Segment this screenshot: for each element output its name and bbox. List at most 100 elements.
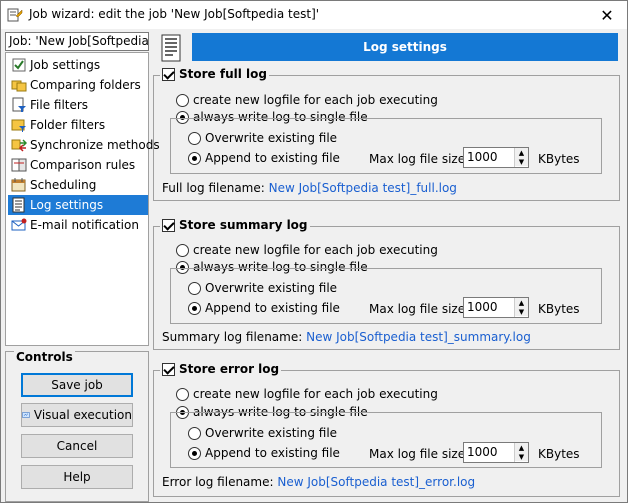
nav-item-label: E-mail notification [30, 218, 139, 232]
nav-item-label: Job settings [30, 58, 101, 72]
size-unit-label: KBytes [538, 302, 580, 316]
store-error-log-label: Store error log [179, 362, 280, 376]
job-settings-icon [12, 58, 26, 72]
nav-item-label: Folder filters [30, 118, 106, 132]
radio-label: Append to existing file [205, 301, 340, 315]
checkbox-checked [162, 362, 175, 376]
spin-down-icon[interactable]: ▼ [515, 157, 528, 166]
cancel-button[interactable]: Cancel [21, 434, 133, 458]
help-label: Help [63, 470, 91, 484]
error-append-radio[interactable]: Append to existing file [188, 446, 340, 460]
radio-off [188, 281, 201, 295]
error-overwrite-radio[interactable]: Overwrite existing file [188, 426, 337, 440]
radio-off [176, 387, 189, 401]
radio-label: create new logfile for each job executin… [193, 387, 438, 401]
spinner-buttons: ▲ ▼ [514, 443, 528, 462]
full-new-logfile-radio[interactable]: create new logfile for each job executin… [176, 93, 438, 107]
close-icon: ✕ [600, 5, 614, 25]
nav-item-file-filters[interactable]: File filters [8, 95, 148, 115]
summary-log-section: Store summary log create new logfile for… [153, 218, 620, 350]
nav-item-label: Log settings [30, 198, 104, 212]
nav-item-scheduling[interactable]: Scheduling [8, 175, 148, 195]
size-unit-label: KBytes [538, 447, 580, 461]
controls-title: Controls [14, 350, 75, 364]
error-new-logfile-radio[interactable]: create new logfile for each job executin… [176, 387, 438, 401]
radio-off [188, 426, 201, 440]
comparison-rules-icon [11, 158, 27, 172]
store-summary-log-checkbox[interactable]: Store summary log [160, 218, 310, 232]
sync-icon [11, 139, 27, 152]
full-log-section: Store full log create new logfile for ea… [153, 67, 620, 201]
spin-up-icon[interactable]: ▲ [515, 148, 528, 157]
max-size-value: 1000 [467, 300, 498, 314]
log-settings-icon [12, 197, 25, 213]
radio-on [188, 301, 201, 315]
nav-item-email-notification[interactable]: E-mail notification [8, 215, 148, 235]
nav-item-log-settings[interactable]: Log settings [8, 195, 148, 215]
full-append-radio[interactable]: Append to existing file [188, 151, 340, 165]
radio-off [176, 243, 189, 257]
job-wizard-window: Job wizard: edit the job 'New Job[Softpe… [0, 0, 628, 503]
scheduling-icon [11, 178, 26, 192]
summary-append-radio[interactable]: Append to existing file [188, 301, 340, 315]
wizard-app-icon [7, 8, 23, 22]
nav-item-label: Scheduling [30, 178, 97, 192]
full-single-file-options: Overwrite existing file Append to existi… [170, 118, 602, 174]
checkbox-checked [162, 218, 175, 232]
summary-new-logfile-radio[interactable]: create new logfile for each job executin… [176, 243, 438, 257]
max-size-value: 1000 [467, 150, 498, 164]
error-single-file-options: Overwrite existing file Append to existi… [170, 412, 602, 468]
nav-item-folder-filters[interactable]: Folder filters [8, 115, 148, 135]
error-log-section: Store error log create new logfile for e… [153, 362, 620, 497]
spinner-buttons: ▲ ▼ [514, 148, 528, 167]
spin-up-icon[interactable]: ▲ [515, 298, 528, 307]
error-max-size-spinner[interactable]: 1000 ▲ ▼ [463, 442, 529, 463]
title-bar: Job wizard: edit the job 'New Job[Softpe… [1, 1, 627, 29]
radio-off [188, 131, 201, 145]
close-button[interactable]: ✕ [587, 1, 627, 29]
folder-filter-icon [11, 119, 26, 132]
job-name-field[interactable]: Job: 'New Job[Softpedia test]' [5, 32, 149, 51]
nav-item-label: File filters [30, 98, 89, 112]
spin-down-icon[interactable]: ▼ [515, 307, 528, 316]
summary-overwrite-radio[interactable]: Overwrite existing file [188, 281, 337, 295]
full-overwrite-radio[interactable]: Overwrite existing file [188, 131, 337, 145]
summary-log-filename-link[interactable]: New Job[Softpedia test]_summary.log [306, 330, 531, 344]
nav-item-job-settings[interactable]: Job settings [8, 55, 148, 75]
radio-label: Append to existing file [205, 151, 340, 165]
nav-item-label: Synchronize methods [30, 138, 160, 152]
spin-up-icon[interactable]: ▲ [515, 443, 528, 452]
store-error-log-checkbox[interactable]: Store error log [160, 362, 282, 376]
visual-execution-button[interactable]: Visual execution [21, 403, 133, 427]
spin-down-icon[interactable]: ▼ [515, 452, 528, 461]
email-icon [11, 218, 27, 231]
radio-label: Overwrite existing file [205, 281, 338, 295]
store-full-log-checkbox[interactable]: Store full log [160, 67, 269, 81]
radio-on [188, 446, 201, 460]
error-log-filename-link[interactable]: New Job[Softpedia test]_error.log [277, 475, 475, 489]
store-summary-log-label: Store summary log [179, 218, 308, 232]
error-log-filename-row: Error log filename: New Job[Softpedia te… [162, 475, 475, 489]
nav-item-label: Comparing folders [30, 78, 141, 92]
file-filter-icon [12, 97, 26, 112]
save-job-button[interactable]: Save job [21, 373, 133, 397]
max-size-label: Max log file size: [369, 302, 470, 316]
spinner-buttons: ▲ ▼ [514, 298, 528, 317]
nav-item-synchronize-methods[interactable]: Synchronize methods [8, 135, 160, 155]
summary-max-size-spinner[interactable]: 1000 ▲ ▼ [463, 297, 529, 318]
nav-item-comparing-folders[interactable]: Comparing folders [8, 75, 148, 95]
radio-label: Append to existing file [205, 446, 340, 460]
radio-label: Overwrite existing file [205, 426, 338, 440]
visual-execution-icon [22, 412, 30, 418]
full-max-size-spinner[interactable]: 1000 ▲ ▼ [463, 147, 529, 168]
filename-label: Summary log filename: [162, 330, 303, 344]
max-size-label: Max log file size: [369, 447, 470, 461]
full-log-filename-row: Full log filename: New Job[Softpedia tes… [162, 181, 457, 195]
page-title: Log settings [363, 40, 447, 54]
summary-single-file-options: Overwrite existing file Append to existi… [170, 268, 602, 324]
store-full-log-label: Store full log [179, 67, 267, 81]
full-log-filename-link[interactable]: New Job[Softpedia test]_full.log [269, 181, 457, 195]
nav-item-comparison-rules[interactable]: Comparison rules [8, 155, 148, 175]
save-job-label: Save job [51, 378, 103, 392]
help-button[interactable]: Help [21, 465, 133, 489]
